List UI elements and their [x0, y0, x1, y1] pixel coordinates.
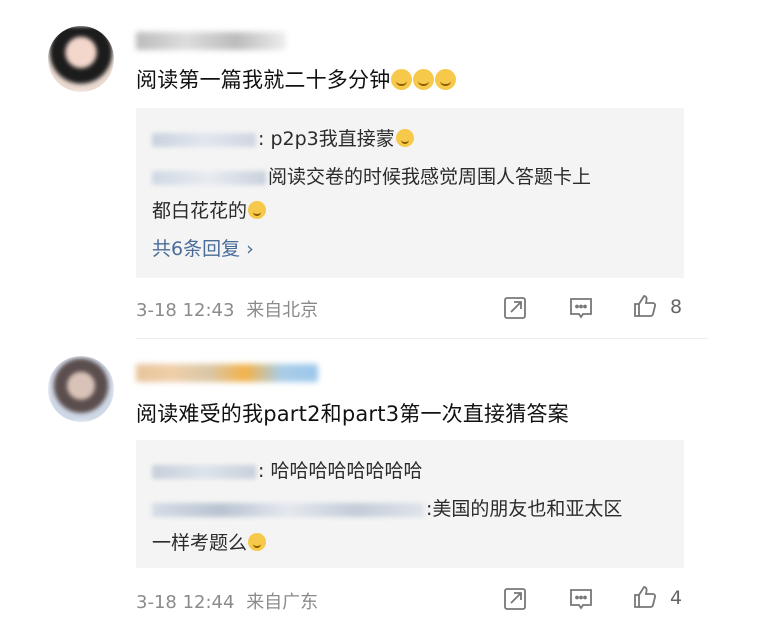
username-blurred[interactable]: [136, 364, 318, 382]
smile-emoji-icon: [395, 129, 414, 147]
comment-text: 阅读难受的我part2和part3第一次直接猜答案: [136, 402, 569, 426]
username-blurred[interactable]: [136, 32, 286, 50]
reply-line-continued: 都白花花的: [152, 196, 267, 223]
like-count: 4: [670, 587, 683, 609]
reply-line: : 哈哈哈哈哈哈哈哈: [152, 456, 422, 483]
reply-username-blurred[interactable]: [152, 464, 256, 479]
comment-location: 来自广东: [246, 592, 319, 613]
reply-username-blurred[interactable]: [152, 132, 256, 147]
smile-emoji-icon: [391, 69, 413, 90]
laughing-emoji-icon: [248, 533, 267, 551]
reply-box[interactable]: : 哈哈哈哈哈哈哈哈 :美国的朋友也和亚太区 一样考题么: [136, 440, 684, 568]
like-count: 8: [670, 296, 683, 318]
view-more-replies-link[interactable]: 共6条回复 ›: [152, 234, 254, 261]
reply-line: :美国的朋友也和亚太区: [152, 494, 622, 521]
reply-username-blurred[interactable]: [152, 170, 266, 185]
share-icon[interactable]: [502, 586, 528, 612]
thumbs-up-icon[interactable]: [632, 293, 658, 319]
comment-icon[interactable]: [568, 586, 594, 612]
share-icon[interactable]: [502, 295, 528, 321]
smile-emoji-icon: [413, 69, 435, 90]
avatar[interactable]: [48, 356, 114, 422]
reply-username-blurred[interactable]: [152, 502, 424, 517]
reply-box[interactable]: : p2p3我直接蒙 阅读交卷的时候我感觉周围人答题卡上 都白花花的 共6条回复…: [136, 108, 684, 278]
comment-time: 3-18 12:43: [136, 300, 235, 321]
comment-location: 来自北京: [246, 300, 319, 321]
thumbs-up-icon[interactable]: [632, 584, 658, 610]
comment-icon[interactable]: [568, 295, 594, 321]
comment-time: 3-18 12:44: [136, 592, 235, 613]
smile-emoji-icon: [248, 201, 267, 219]
reply-line-continued: 一样考题么: [152, 528, 267, 555]
smile-emoji-icon: [435, 69, 457, 90]
avatar[interactable]: [48, 26, 114, 92]
comment-meta: 3-18 12:44 来自广东: [136, 588, 318, 614]
divider: [136, 338, 708, 339]
reply-line: : p2p3我直接蒙: [152, 124, 414, 151]
reply-line: 阅读交卷的时候我感觉周围人答题卡上: [152, 162, 591, 189]
comment-text: 阅读第一篇我就二十多分钟: [136, 64, 457, 94]
comment-meta: 3-18 12:43 来自北京: [136, 296, 318, 322]
